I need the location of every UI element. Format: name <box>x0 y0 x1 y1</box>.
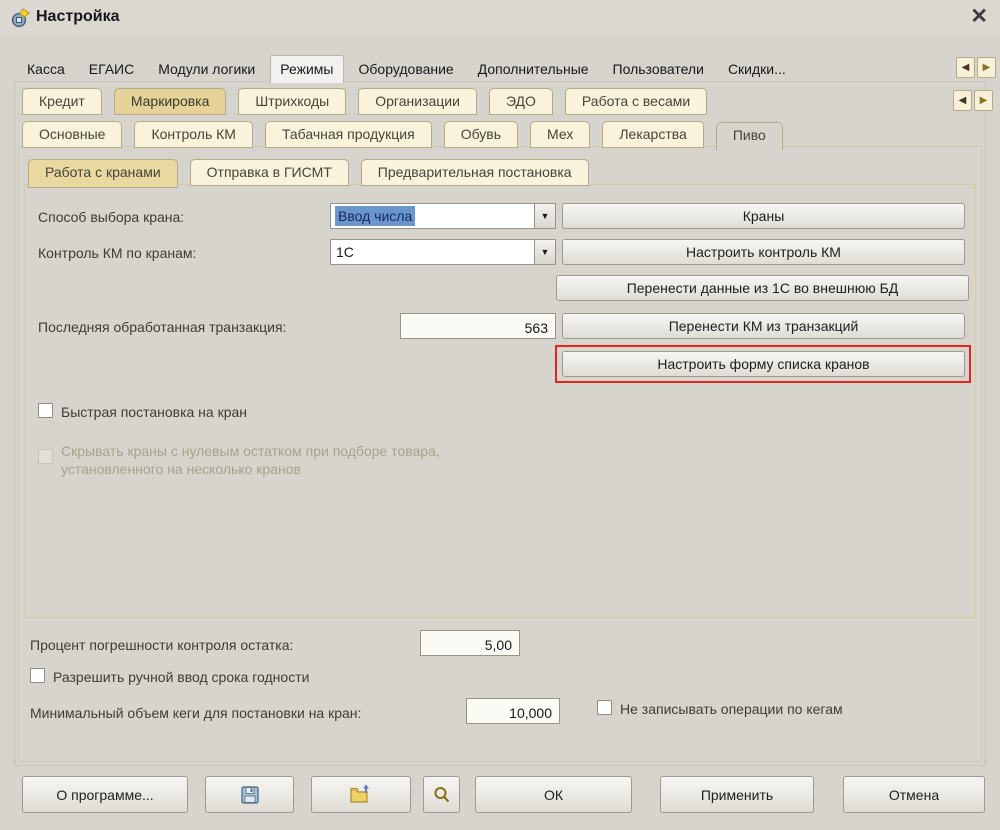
window-title: Настройка <box>36 8 119 26</box>
tap-select-value: Ввод числа <box>335 206 415 226</box>
apply-button[interactable]: Применить <box>660 776 814 813</box>
search-button[interactable] <box>423 776 460 813</box>
tab-tobacco[interactable]: Табачная продукция <box>265 121 432 148</box>
no-keg-ops-checkbox[interactable] <box>597 700 612 715</box>
min-keg-label: Минимальный объем кеги для постановки на… <box>30 705 361 721</box>
save-floppy-icon <box>239 784 261 806</box>
tab-km-control[interactable]: Контроль КМ <box>134 121 253 148</box>
tab-row-modes: Кредит Маркировка Штрихкоды Организации … <box>22 88 707 115</box>
taps-button[interactable]: Краны <box>562 203 965 229</box>
tab-marking[interactable]: Маркировка <box>114 88 227 115</box>
error-percent-field[interactable] <box>420 630 520 656</box>
hide-taps-checkbox <box>38 449 53 464</box>
close-icon[interactable]: ✕ <box>970 5 988 29</box>
tab-fur[interactable]: Мех <box>530 121 590 148</box>
tab-row-marking: Основные Контроль КМ Табачная продукция … <box>22 121 783 148</box>
tab-row2-scroll: ◀ ▶ <box>953 90 993 111</box>
quick-mount-checkbox[interactable] <box>38 403 53 418</box>
magnifier-icon <box>432 785 452 805</box>
red-highlight-box <box>555 345 971 383</box>
chevron-down-icon[interactable]: ▼ <box>534 240 555 264</box>
tab-basic[interactable]: Основные <box>22 121 122 148</box>
manual-expiry-label: Разрешить ручной ввод срока годности <box>53 669 309 685</box>
combo-spacer <box>415 204 534 228</box>
ok-button[interactable]: ОК <box>475 776 632 813</box>
tab-row-beer: Работа с кранами Отправка в ГИСМТ Предва… <box>28 159 589 186</box>
tab-barcodes[interactable]: Штрихкоды <box>238 88 346 115</box>
transfer-1c-button[interactable]: Перенести данные из 1С во внешнюю БД <box>556 275 969 301</box>
tab-organizations[interactable]: Организации <box>358 88 477 115</box>
title-bar: Настройка ✕ <box>0 0 1000 36</box>
tab-gismt-send[interactable]: Отправка в ГИСМТ <box>190 159 349 186</box>
save-button[interactable] <box>205 776 294 813</box>
tab-row-main: Касса ЕГАИС Модули логики Режимы Оборудо… <box>18 55 795 83</box>
km-control-label: Контроль КМ по кранам: <box>38 245 196 261</box>
folder-upload-icon <box>349 784 373 806</box>
load-button[interactable] <box>311 776 411 813</box>
chevron-down-icon[interactable]: ▼ <box>534 204 555 228</box>
about-button[interactable]: О программе... <box>22 776 188 813</box>
last-transaction-label: Последняя обработанная транзакция: <box>38 319 286 335</box>
tap-select-dropdown[interactable]: Ввод числа ▼ <box>330 203 556 229</box>
km-control-value: 1С <box>331 240 534 264</box>
error-percent-label: Процент погрешности контроля остатка: <box>30 637 293 653</box>
tab-egais[interactable]: ЕГАИС <box>80 56 144 83</box>
tab-beer[interactable]: Пиво <box>716 122 783 150</box>
tab-medicine[interactable]: Лекарства <box>602 121 703 148</box>
transfer-km-button[interactable]: Перенести КМ из транзакций <box>562 313 965 339</box>
no-keg-ops-label: Не записывать операции по кегам <box>620 701 843 717</box>
tab-edo[interactable]: ЭДО <box>489 88 553 115</box>
tab-row1-scroll: ◀ ▶ <box>956 57 996 78</box>
tab-logic-modules[interactable]: Модули логики <box>149 56 264 83</box>
configure-km-button[interactable]: Настроить контроль КМ <box>562 239 965 265</box>
scroll-right-icon[interactable]: ▶ <box>977 57 996 78</box>
scroll-left-icon[interactable]: ◀ <box>956 57 975 78</box>
tab-users[interactable]: Пользователи <box>604 56 713 83</box>
tab-modes[interactable]: Режимы <box>270 55 343 83</box>
settings-window-icon <box>10 8 30 28</box>
tab-scales[interactable]: Работа с весами <box>565 88 707 115</box>
tab-preliminary[interactable]: Предварительная постановка <box>361 159 589 186</box>
scroll-right-icon[interactable]: ▶ <box>974 90 993 111</box>
scroll-left-icon[interactable]: ◀ <box>953 90 972 111</box>
km-control-dropdown[interactable]: 1С ▼ <box>330 239 556 265</box>
tab-shoes[interactable]: Обувь <box>444 121 518 148</box>
tab-discounts[interactable]: Скидки... <box>719 56 795 83</box>
cancel-button[interactable]: Отмена <box>843 776 985 813</box>
tab-additional[interactable]: Дополнительные <box>469 56 598 83</box>
quick-mount-label: Быстрая постановка на кран <box>61 404 247 420</box>
manual-expiry-checkbox[interactable] <box>30 668 45 683</box>
last-transaction-field[interactable] <box>400 313 556 339</box>
tap-select-label: Способ выбора крана: <box>38 209 184 225</box>
min-keg-field[interactable] <box>466 698 560 724</box>
tab-taps-work[interactable]: Работа с кранами <box>28 159 178 188</box>
tab-kassa[interactable]: Касса <box>18 56 74 83</box>
hide-taps-label: Скрывать краны с нулевым остатком при по… <box>61 442 541 478</box>
tab-equipment[interactable]: Оборудование <box>350 56 463 83</box>
tab-credit[interactable]: Кредит <box>22 88 102 115</box>
